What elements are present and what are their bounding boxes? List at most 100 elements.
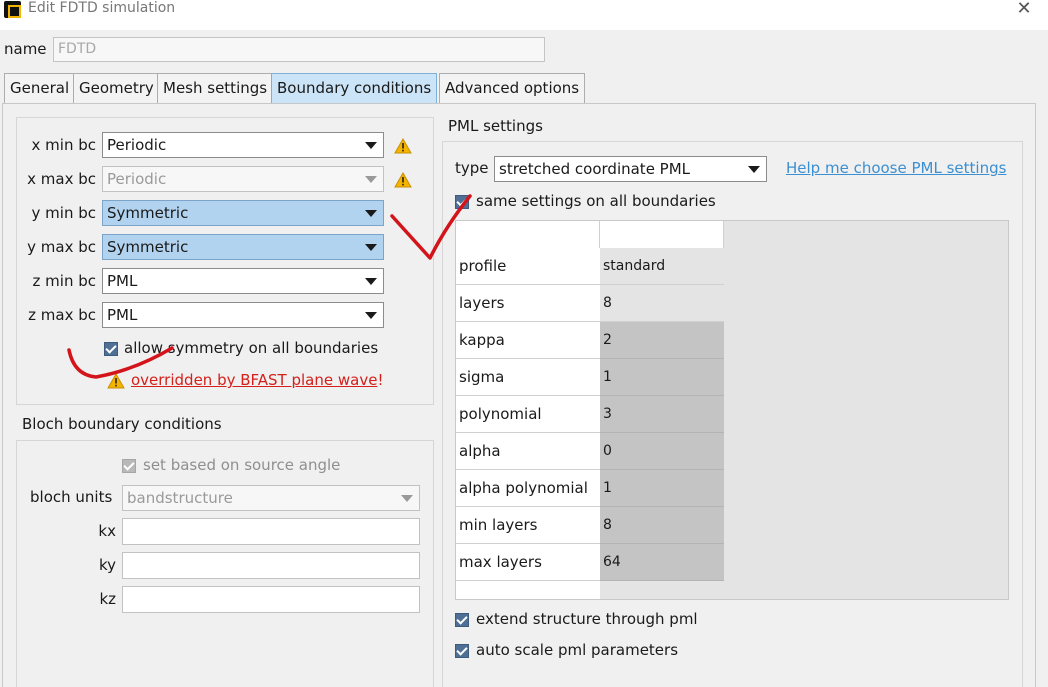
warning-icon [394,138,412,154]
table-row: polynomial 3 [456,396,724,433]
table-row: min layers 8 [456,507,724,544]
x-min-bc-value: Periodic [107,136,167,154]
row-key: polynomial [456,396,600,433]
row-value-cell: 0 [600,433,724,470]
tab-general[interactable]: General [4,73,76,103]
y-max-bc-select[interactable]: Symmetric [102,234,384,260]
override-message: overridden by BFAST plane wave! [131,370,383,389]
row-key: alpha polynomial [456,470,600,507]
chevron-down-icon [365,244,377,251]
z-max-bc-value: PML [107,306,138,324]
name-label: name [4,40,47,58]
table-row: alpha polynomial 1 [456,470,724,507]
row-value-cell: 2 [600,322,724,359]
table-row: kappa 2 [456,322,724,359]
override-suffix: ! [377,371,384,389]
chevron-down-icon [365,278,377,285]
pml-section-title: PML settings [448,117,543,135]
table-header-corner [456,221,600,248]
bloch-units-value: bandstructure [127,489,233,507]
z-min-bc-select[interactable]: PML [102,268,384,294]
app-icon [4,1,21,18]
x-min-bc-select[interactable]: Periodic [102,132,384,158]
row-key: profile [456,248,600,285]
table-row: max layers 64 [456,544,724,581]
y-max-bc-label: y max bc [27,238,96,256]
auto-scale-checkbox[interactable] [455,644,469,658]
help-choose-pml-link[interactable]: Help me choose PML settings [786,159,1006,177]
ky-label: ky [98,556,116,574]
chevron-down-icon [748,166,760,173]
row-value-cell: 1 [600,359,724,396]
row-value-cell[interactable]: standard [600,248,724,285]
x-max-bc-label: x max bc [27,170,96,188]
pml-type-select[interactable]: stretched coordinate PML [494,156,767,182]
table-filler [456,581,600,599]
pml-type-value: stretched coordinate PML [499,160,691,178]
row-key: min layers [456,507,600,544]
x-min-bc-label: x min bc [31,136,96,154]
allow-symmetry-label: allow symmetry on all boundaries [124,339,379,357]
row-key: sigma [456,359,600,396]
row-key: alpha [456,433,600,470]
kx-input[interactable] [122,518,420,545]
tab-mesh-settings[interactable]: Mesh settings [157,73,274,103]
row-key: layers [456,285,600,322]
chevron-down-icon [365,210,377,217]
y-max-bc-value: Symmetric [107,238,189,256]
override-link[interactable]: overridden by BFAST plane wave [131,371,377,389]
chevron-down-icon [365,176,377,183]
table-row: alpha 0 [456,433,724,470]
tab-geometry[interactable]: Geometry [73,73,160,103]
chevron-down-icon [365,312,377,319]
kz-label: kz [99,590,116,608]
row-value-cell: 1 [600,470,724,507]
boundary-conditions-group [16,117,434,405]
bloch-units-label: bloch units [30,488,113,506]
y-min-bc-select[interactable]: Symmetric [102,200,384,226]
same-settings-checkbox[interactable] [455,195,469,209]
kz-input[interactable] [122,586,420,613]
ky-input[interactable] [122,552,420,579]
set-based-on-source-checkbox[interactable] [122,459,136,473]
extend-structure-label: extend structure through pml [476,610,698,628]
close-icon[interactable]: ✕ [1010,0,1038,20]
z-min-bc-label: z min bc [32,272,96,290]
extend-structure-checkbox[interactable] [455,613,469,627]
auto-scale-label: auto scale pml parameters [476,641,679,659]
name-input[interactable]: FDTD [53,37,545,62]
table-row: layers 8 [456,285,724,322]
bloch-units-select[interactable]: bandstructure [122,485,420,511]
title-bar: Edit FDTD simulation ✕ [0,0,1048,30]
row-key: kappa [456,322,600,359]
pml-settings-table: profile standard layers 8 kappa 2 sigma … [455,220,1009,600]
tab-boundary-conditions[interactable]: Boundary conditions [271,73,438,103]
table-row: profile standard [456,248,724,285]
z-min-bc-value: PML [107,272,138,290]
table-row: sigma 1 [456,359,724,396]
x-max-bc-select[interactable]: Periodic [102,166,384,192]
row-value-cell: 3 [600,396,724,433]
table-column-header [600,221,724,248]
kx-label: kx [98,522,116,540]
y-min-bc-value: Symmetric [107,204,189,222]
z-max-bc-select[interactable]: PML [102,302,384,328]
z-max-bc-label: z max bc [28,306,96,324]
row-key: max layers [456,544,600,581]
tab-advanced-options[interactable]: Advanced options [439,73,586,103]
row-value-cell: 8 [600,507,724,544]
y-min-bc-label: y min bc [31,204,96,222]
chevron-down-icon [401,495,413,502]
pml-type-label: type [455,159,489,177]
window-title: Edit FDTD simulation [28,0,176,16]
allow-symmetry-checkbox[interactable] [104,342,118,356]
row-value-cell[interactable]: 8 [600,285,724,322]
chevron-down-icon [365,142,377,149]
row-value-cell: 64 [600,544,724,581]
warning-icon [107,373,125,389]
same-settings-label: same settings on all boundaries [476,192,716,210]
bloch-section-title: Bloch boundary conditions [22,415,222,433]
x-max-bc-value: Periodic [107,170,167,188]
warning-icon [394,172,412,188]
set-based-on-source-label: set based on source angle [143,456,341,474]
